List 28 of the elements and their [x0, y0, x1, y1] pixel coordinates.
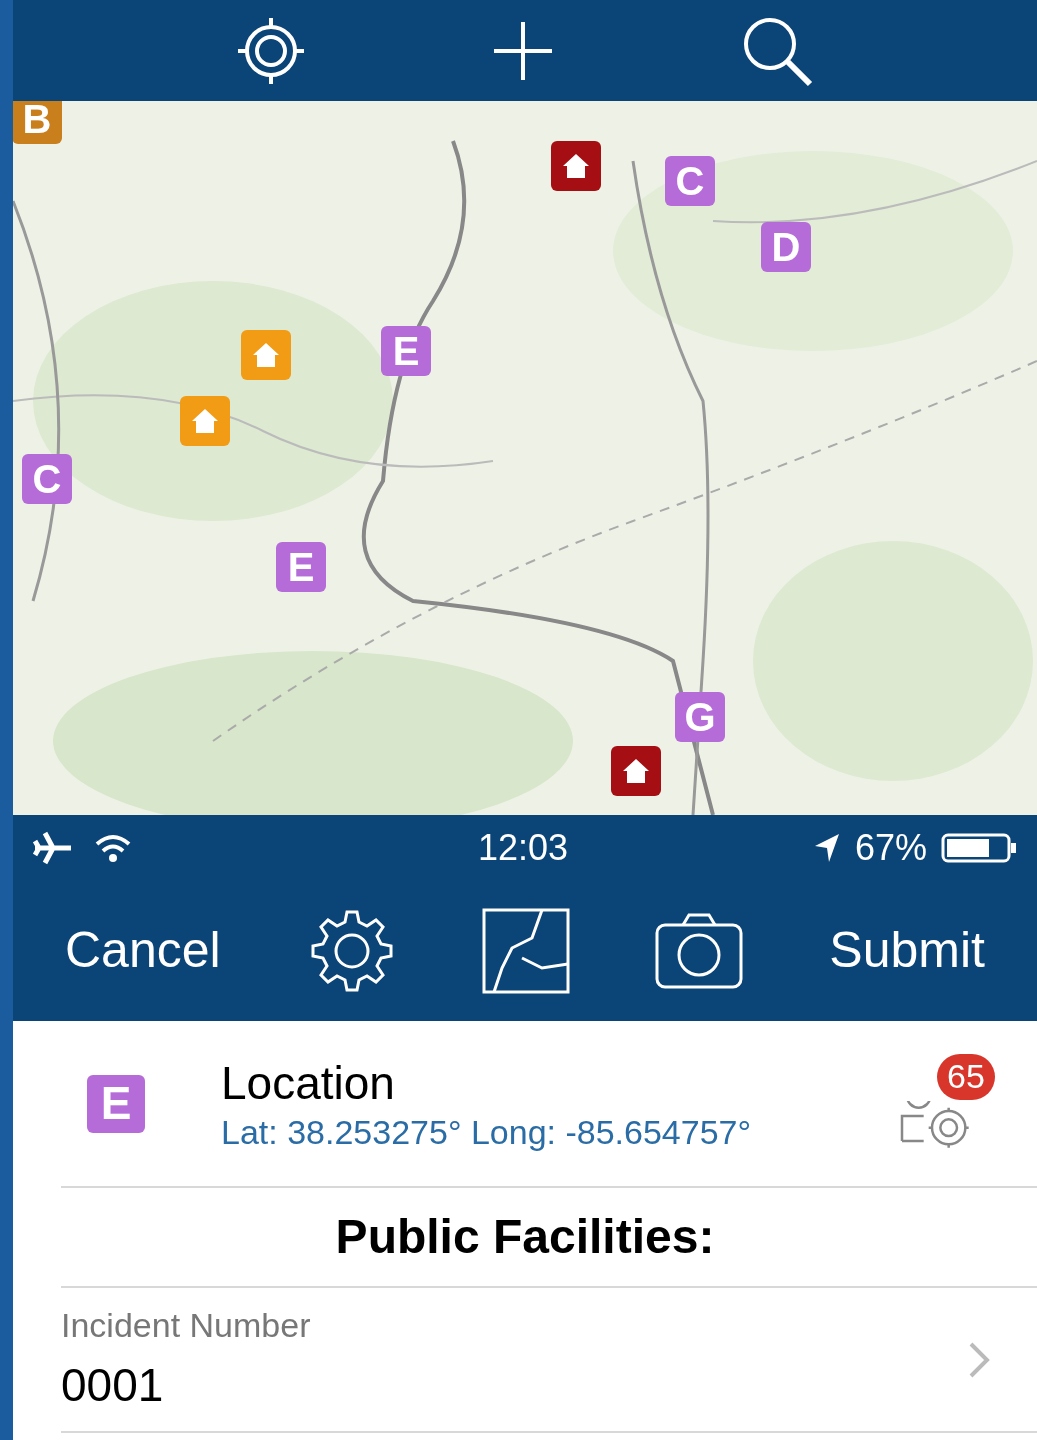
- map-marker[interactable]: G: [675, 692, 725, 742]
- marker-icon: E: [87, 1074, 145, 1133]
- location-title: Location: [221, 1055, 396, 1111]
- cancel-button[interactable]: Cancel: [63, 913, 223, 988]
- map-marker[interactable]: C: [22, 454, 72, 504]
- map-marker[interactable]: C: [665, 156, 715, 206]
- camera-icon[interactable]: [654, 912, 743, 989]
- section-title: Public Facilities:: [335, 1209, 715, 1265]
- house-marker-icon[interactable]: [611, 746, 661, 796]
- house-marker-icon[interactable]: [551, 141, 601, 191]
- add-icon[interactable]: [492, 19, 554, 82]
- locate-icon[interactable]: [236, 15, 306, 86]
- map-outline-icon[interactable]: [482, 907, 570, 994]
- notification-badge: 65: [937, 1053, 995, 1100]
- submit-button[interactable]: Submit: [827, 913, 987, 988]
- battery-percent: 67%: [854, 825, 927, 870]
- battery-icon: [941, 831, 1017, 864]
- map-marker[interactable]: D: [761, 222, 811, 272]
- field-value: 0001: [61, 1357, 165, 1413]
- map-marker[interactable]: B: [13, 101, 62, 144]
- location-coordinates: Lat: 38.253275° Long: -85.654757°: [221, 1111, 752, 1153]
- field-label: Incident Number: [61, 1304, 311, 1346]
- house-marker-icon[interactable]: [241, 330, 291, 380]
- house-marker-icon[interactable]: [180, 396, 230, 446]
- map-marker[interactable]: E: [276, 542, 326, 592]
- status-time: 12:03: [478, 825, 569, 870]
- airplane-icon: [33, 830, 73, 865]
- map-marker[interactable]: E: [381, 326, 431, 376]
